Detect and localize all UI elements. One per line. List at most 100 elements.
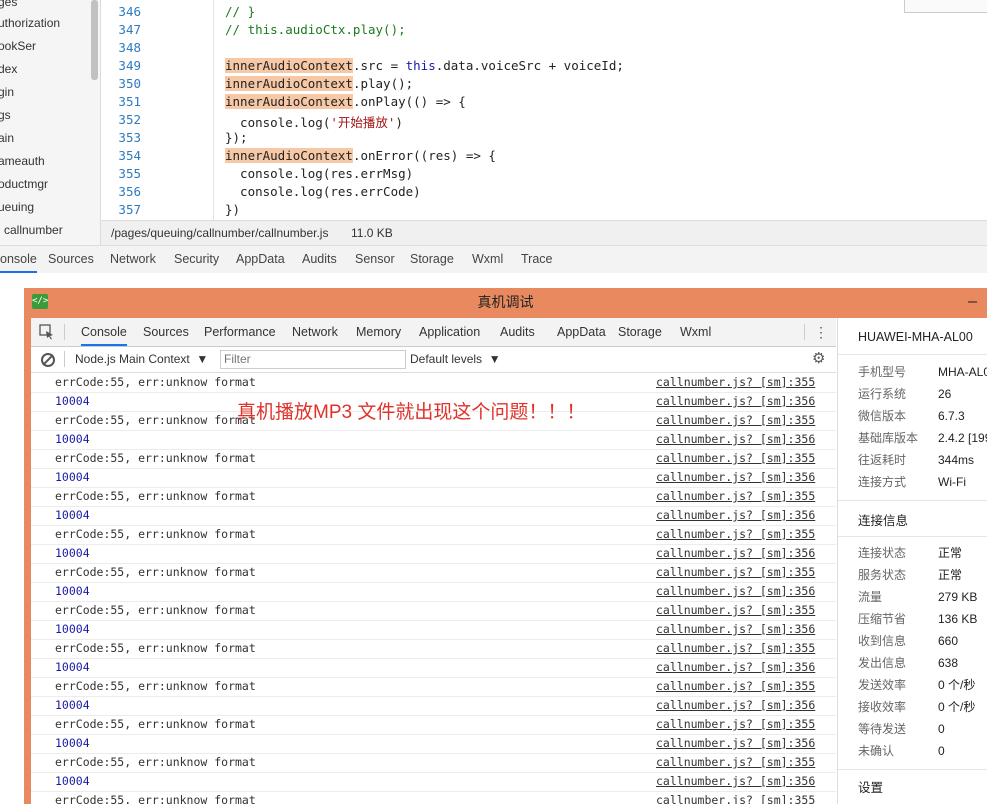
bg-tab-sensor[interactable]: Sensor (355, 246, 395, 273)
console-row: errCode:55, err:unknow format callnumber.… (31, 449, 836, 469)
tab-storage[interactable]: Storage (618, 318, 662, 346)
console-message: errCode:55, err:unknow format (55, 641, 256, 655)
file-tree-item[interactable]: oductmgr (0, 174, 48, 194)
highlighted-token: innerAudioContext (225, 94, 353, 109)
file-tree-item[interactable]: gin (0, 82, 14, 102)
bg-tab-appdata[interactable]: AppData (236, 246, 285, 273)
source-link[interactable]: callnumber.js? [sm]:355 (656, 639, 815, 658)
tab-performance[interactable]: Performance (204, 318, 276, 346)
source-link[interactable]: callnumber.js? [sm]:355 (656, 601, 815, 620)
source-link[interactable]: callnumber.js? [sm]:355 (656, 715, 815, 734)
bg-tab-sources[interactable]: Sources (48, 246, 94, 273)
info-value: 638 (938, 656, 959, 670)
info-value: 正常 (938, 546, 963, 560)
code-editor[interactable]: 346 347 348 349 350 351 352 353 354 355 356 357 // … (101, 0, 987, 220)
minimize-button[interactable]: – (968, 289, 977, 315)
source-link[interactable]: callnumber.js? [sm]:355 (656, 411, 815, 430)
gear-icon[interactable]: ⚙ (812, 351, 828, 367)
info-key: 接收效率 (858, 700, 907, 714)
file-size: 11.0 KB (351, 226, 393, 240)
bg-tab-storage[interactable]: Storage (410, 246, 454, 273)
code-token: '开始播放' (330, 115, 396, 130)
devtools-panel: Console Sources Performance Network Memory Ap… (31, 318, 987, 804)
section-divider (838, 769, 987, 770)
tab-audits[interactable]: Audits (500, 318, 535, 346)
more-menu-icon[interactable]: ⋮ (814, 322, 828, 342)
code-token: .onError((res) => { (352, 148, 496, 163)
file-tree-item[interactable]: ameauth (0, 151, 45, 171)
tab-appdata[interactable]: AppData (557, 318, 606, 346)
file-tree-item[interactable]: ookSer (0, 36, 36, 56)
source-link[interactable]: callnumber.js? [sm]:356 (656, 506, 815, 525)
line-number: 349 (118, 58, 141, 73)
source-link[interactable]: callnumber.js? [sm]:356 (656, 582, 815, 601)
bg-tab-onsole[interactable]: onsole (0, 246, 37, 273)
source-link[interactable]: callnumber.js? [sm]:356 (656, 468, 815, 487)
console-output[interactable]: errCode:55, err:unknow format callnumber.… (31, 373, 836, 804)
inspect-element-icon[interactable] (39, 324, 55, 340)
info-key: 连接状态 (858, 546, 907, 560)
source-link[interactable]: callnumber.js? [sm]:356 (656, 696, 815, 715)
source-link[interactable]: callnumber.js? [sm]:356 (656, 658, 815, 677)
bg-tab-audits[interactable]: Audits (302, 246, 337, 273)
file-tree-item[interactable]: dex (0, 59, 17, 79)
info-row: 往返耗时 344ms (858, 449, 987, 471)
source-link[interactable]: callnumber.js? [sm]:356 (656, 772, 815, 791)
file-tree-item[interactable]: uthorization (0, 13, 60, 33)
source-link[interactable]: callnumber.js? [sm]:355 (656, 487, 815, 506)
log-levels-select[interactable]: Default levels ▼ (410, 351, 501, 368)
tab-console[interactable]: Console (81, 318, 127, 346)
source-link[interactable]: callnumber.js? [sm]:356 (656, 392, 815, 411)
bg-tab-security[interactable]: Security (174, 246, 219, 273)
code-line: console.log(res.errMsg) (225, 166, 413, 181)
console-message: errCode:55, err:unknow format (55, 679, 256, 693)
source-link[interactable]: callnumber.js? [sm]:356 (656, 544, 815, 563)
source-link[interactable]: callnumber.js? [sm]:355 (656, 449, 815, 468)
info-row: 接收效率 0 个/秒 (858, 696, 987, 718)
file-tree-item[interactable]: ain (0, 128, 14, 148)
bg-tab-network[interactable]: Network (110, 246, 156, 273)
bg-tab-trace[interactable]: Trace (521, 246, 553, 273)
source-link[interactable]: callnumber.js? [sm]:355 (656, 373, 815, 392)
tab-application[interactable]: Application (419, 318, 480, 346)
file-tree-item[interactable]: ueuing (0, 197, 34, 217)
console-filter-bar: Node.js Main Context ▼ Default levels ▼ … (31, 347, 836, 373)
code-line: console.log('开始播放') (225, 112, 403, 131)
tab-sources[interactable]: Sources (143, 318, 189, 346)
file-tree-scrollbar[interactable] (91, 0, 98, 80)
console-message: errCode:55, err:unknow format (55, 603, 256, 617)
chevron-down-icon: ▼ (193, 352, 209, 366)
console-message: 10004 (55, 508, 90, 522)
source-link[interactable]: callnumber.js? [sm]:355 (656, 525, 815, 544)
window-titlebar[interactable]: </> 真机调试 – (24, 288, 987, 316)
tab-memory[interactable]: Memory (356, 318, 401, 346)
file-tree-item[interactable]: gs (0, 105, 11, 125)
source-link[interactable]: callnumber.js? [sm]:356 (656, 620, 815, 639)
source-link[interactable]: callnumber.js? [sm]:355 (656, 753, 815, 772)
console-row: 10004 callnumber.js? [sm]:356 (31, 430, 836, 450)
info-key: 服务状态 (858, 568, 907, 582)
source-link[interactable]: callnumber.js? [sm]:355 (656, 563, 815, 582)
info-key: 连接方式 (858, 475, 907, 489)
console-message: errCode:55, err:unknow format (55, 413, 256, 427)
console-message: 10004 (55, 698, 90, 712)
source-link[interactable]: callnumber.js? [sm]:356 (656, 430, 815, 449)
source-link[interactable]: callnumber.js? [sm]:356 (656, 734, 815, 753)
highlighted-token: innerAudioContext (225, 148, 353, 163)
source-link[interactable]: callnumber.js? [sm]:355 (656, 677, 815, 696)
tab-wxml[interactable]: Wxml (680, 318, 711, 346)
filter-input[interactable] (220, 350, 406, 369)
line-number: 357 (118, 202, 141, 217)
tab-network[interactable]: Network (292, 318, 338, 346)
editor-corner-panel (904, 0, 987, 13)
info-value: 279 KB (938, 590, 978, 604)
file-tree-item[interactable]: ges (0, 0, 17, 12)
file-tree-item[interactable]: callnumber (4, 220, 63, 240)
info-value: Wi-Fi (938, 475, 966, 489)
context-select[interactable]: Node.js Main Context ▼ (75, 351, 208, 368)
info-row: 微信版本 6.7.3 (858, 405, 987, 427)
bg-tab-wxml[interactable]: Wxml (472, 246, 503, 273)
line-number: 356 (118, 184, 141, 199)
clear-console-icon[interactable] (41, 353, 55, 367)
source-link[interactable]: callnumber.js? [sm]:355 (656, 791, 815, 804)
